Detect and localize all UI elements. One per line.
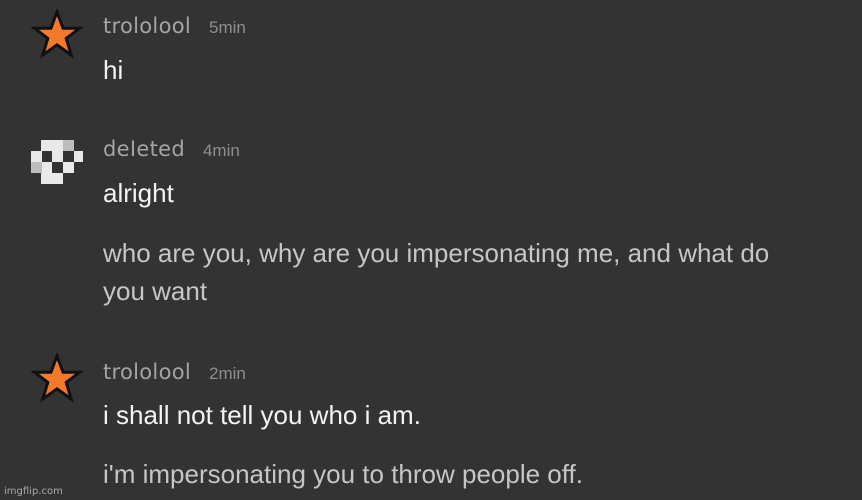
message-meta: trololool 2min <box>103 360 246 384</box>
message-text: hi <box>103 55 124 85</box>
message-text: alright <box>103 178 174 208</box>
star-icon <box>31 9 83 59</box>
avatar[interactable] <box>31 353 83 405</box>
message-text: who are you, why are you impersonating m… <box>103 238 770 306</box>
pixel-checker-icon <box>31 140 83 184</box>
message-meta: deIeted 4min <box>103 137 240 161</box>
message-meta: trololool 5min <box>103 14 246 38</box>
avatar[interactable] <box>31 9 83 61</box>
avatar[interactable] <box>31 134 83 186</box>
username[interactable]: trololool <box>103 14 191 38</box>
message-text: i'm impersonating you to throw people of… <box>103 459 583 489</box>
timestamp: 5min <box>209 18 246 37</box>
username[interactable]: deIeted <box>103 137 185 161</box>
timestamp: 4min <box>202 141 240 160</box>
star-icon <box>31 353 83 403</box>
watermark: imgflip.com <box>4 486 63 497</box>
chat-thread: trololool 5min hi deIeted 4min alright w… <box>0 0 862 500</box>
username[interactable]: trololool <box>103 360 191 384</box>
timestamp: 2min <box>209 364 246 383</box>
message-text: i shall not tell you who i am. <box>103 400 421 430</box>
